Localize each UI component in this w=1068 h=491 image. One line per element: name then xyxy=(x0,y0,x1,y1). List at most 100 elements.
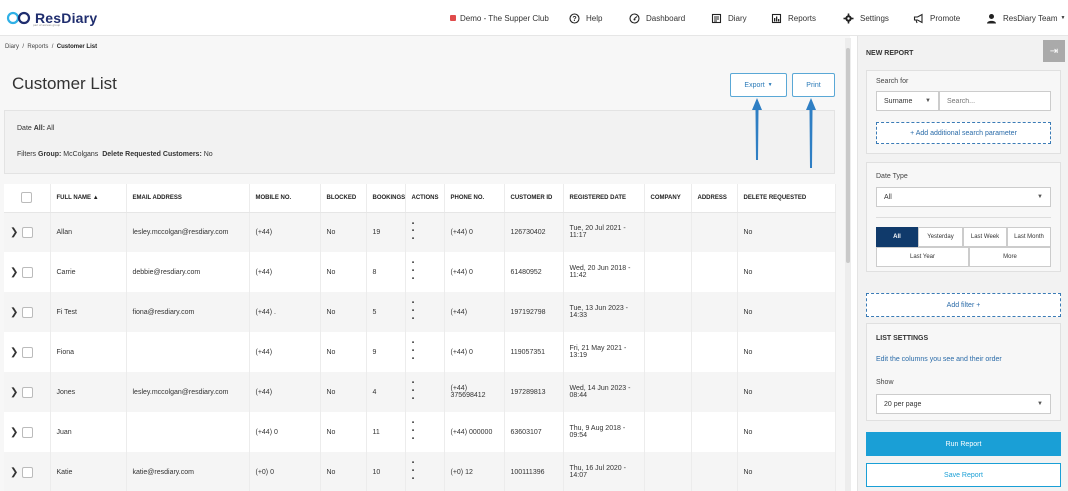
nav-reports[interactable]: Reports xyxy=(771,0,816,36)
search-for-label: Search for xyxy=(876,78,909,85)
page-size-select[interactable]: 20 per page ▼ xyxy=(876,394,1051,414)
more-vertical-icon[interactable]: · · · xyxy=(412,458,416,484)
cell-mobile: (+44) xyxy=(249,332,321,372)
venue-status-icon xyxy=(450,15,456,21)
table-row[interactable]: ❯ Jones lesley.mccolgan@resdiary.com (+44) N… xyxy=(4,372,836,412)
row-checkbox[interactable] xyxy=(22,466,34,478)
row-checkbox[interactable] xyxy=(22,266,34,278)
row-select-cell: ❯ xyxy=(4,252,51,292)
svg-text:?: ? xyxy=(572,16,576,23)
period-last-year-button[interactable]: Last Year xyxy=(876,247,969,267)
period-last-week-button[interactable]: Last Week xyxy=(963,227,1007,247)
nav-diary[interactable]: Diary xyxy=(711,0,747,36)
export-button[interactable]: Export ▼ xyxy=(730,73,787,97)
cell-bookings: 4 xyxy=(366,372,406,412)
row-checkbox[interactable] xyxy=(22,346,34,358)
more-vertical-icon[interactable]: · · · xyxy=(412,218,416,244)
table-row[interactable]: ❯ Katie katie@resdiary.com (+0) 0 No 10 · · · (+0… xyxy=(4,452,836,491)
caret-down-icon: ▼ xyxy=(925,98,931,104)
nav-settings[interactable]: Settings xyxy=(843,0,889,36)
column-header[interactable]: FULL NAME ▲ xyxy=(50,184,127,213)
chevron-right-icon[interactable]: ❯ xyxy=(10,387,18,398)
new-report-sidebar: ⇥ NEW REPORT Search for Surname ▼ + Add … xyxy=(857,36,1068,491)
search-input[interactable] xyxy=(939,91,1051,111)
main-scrollbar-thumb[interactable] xyxy=(846,48,850,263)
period-last-month-button[interactable]: Last Month xyxy=(1007,227,1051,247)
collapse-sidebar-button[interactable]: ⇥ xyxy=(1043,40,1065,62)
more-vertical-icon[interactable]: · · · xyxy=(412,298,416,324)
export-label: Export xyxy=(744,81,765,89)
chevron-right-icon[interactable]: ❯ xyxy=(10,227,18,238)
chevron-right-icon[interactable]: ❯ xyxy=(10,427,18,438)
add-filter-button[interactable]: Add filter + xyxy=(866,293,1061,317)
chevron-right-icon[interactable]: ❯ xyxy=(10,467,18,478)
print-button[interactable]: Print xyxy=(792,73,835,97)
date-filter-value: All xyxy=(46,125,55,132)
nav-help[interactable]: ? Help xyxy=(569,0,602,36)
date-type-select[interactable]: All ▼ xyxy=(876,187,1051,207)
nav-dashboard[interactable]: Dashboard xyxy=(629,0,685,36)
period-yesterday-button[interactable]: Yesterday xyxy=(918,227,963,247)
cell-email xyxy=(126,412,250,452)
breadcrumb-separator: / xyxy=(22,44,25,50)
cell-blocked: No xyxy=(320,412,367,452)
cell-name: Carrie xyxy=(50,252,127,292)
chevron-right-icon[interactable]: ❯ xyxy=(10,267,18,278)
period-all-button[interactable]: All xyxy=(876,227,918,247)
column-header[interactable]: ADDRESS xyxy=(691,184,738,213)
chevron-right-icon[interactable]: ❯ xyxy=(10,307,18,318)
table-row[interactable]: ❯ Juan (+44) 0 No 11 · · · (+44) 000000 63603107 T… xyxy=(4,412,836,452)
column-header[interactable]: PHONE NO. xyxy=(444,184,505,213)
row-checkbox[interactable] xyxy=(22,426,34,438)
chevron-right-icon[interactable]: ❯ xyxy=(10,347,18,358)
cell-company xyxy=(644,372,692,412)
run-report-button[interactable]: Run Report xyxy=(866,432,1061,456)
search-type-select[interactable]: Surname ▼ xyxy=(876,91,939,111)
column-header[interactable]: REGISTERED DATE xyxy=(563,184,645,213)
save-report-button[interactable]: Save Report xyxy=(866,463,1061,487)
table-row[interactable]: ❯ Allan lesley.mccolgan@resdiary.com (+44) N… xyxy=(4,212,836,252)
more-vertical-icon[interactable]: · · · xyxy=(412,378,416,404)
column-header[interactable]: MOBILE NO. xyxy=(249,184,321,213)
edit-columns-link[interactable]: Edit the columns you see and their order xyxy=(876,356,1002,363)
column-header: ACTIONS xyxy=(405,184,445,213)
filters-summary: Filters Group: McColgans Delete Requeste… xyxy=(17,151,213,158)
page-size-value: 20 per page xyxy=(884,400,922,408)
breadcrumb-diary[interactable]: Diary xyxy=(5,44,19,50)
cell-name: Allan xyxy=(50,212,127,252)
cell-bookings: 9 xyxy=(366,332,406,372)
add-search-parameter-button[interactable]: + Add additional search parameter xyxy=(876,122,1051,144)
row-checkbox[interactable] xyxy=(22,226,34,238)
nav-reports-label: Reports xyxy=(788,13,817,23)
column-header[interactable]: DELETE REQUESTED xyxy=(737,184,836,213)
more-vertical-icon[interactable]: · · · xyxy=(412,338,416,364)
table-row[interactable]: ❯ Fiona (+44) No 9 · · · (+44) 0 119057351 Fri, 21… xyxy=(4,332,836,372)
more-vertical-icon[interactable]: · · · xyxy=(412,418,416,444)
cell-address xyxy=(691,252,738,292)
more-vertical-icon[interactable]: · · · xyxy=(412,258,416,284)
column-header[interactable]: CUSTOMER ID xyxy=(504,184,564,213)
cell-address xyxy=(691,292,738,332)
row-checkbox[interactable] xyxy=(22,386,34,398)
column-header[interactable]: BLOCKED xyxy=(320,184,367,213)
column-header[interactable]: BOOKINGS xyxy=(366,184,406,213)
cell-email: fiona@resdiary.com xyxy=(126,292,250,332)
table-row[interactable]: ❯ Carrie debbie@resdiary.com (+44) No 8 · · · (+4… xyxy=(4,252,836,292)
row-checkbox[interactable] xyxy=(22,306,34,318)
select-all-checkbox[interactable] xyxy=(21,192,33,204)
nav-promote-label: Promote xyxy=(930,13,961,23)
delete-filter-key: Delete Requested Customers: xyxy=(102,151,202,158)
cell-company xyxy=(644,292,692,332)
row-actions-cell: · · · xyxy=(405,252,445,292)
column-header[interactable]: EMAIL ADDRESS xyxy=(126,184,250,213)
column-header[interactable]: COMPANY xyxy=(644,184,692,213)
cell-bookings: 10 xyxy=(366,452,406,491)
nav-promote[interactable]: Promote xyxy=(913,0,960,36)
table-row[interactable]: ❯ Fi Test fiona@resdiary.com (+44) . No 5 · · ·(… xyxy=(4,292,836,332)
cell-registered: Thu, 16 Jul 2020 - 14:07 xyxy=(563,452,645,491)
period-more-button[interactable]: More xyxy=(969,247,1051,267)
date-filter-key: All: xyxy=(33,125,46,132)
venue-selector[interactable]: Demo - The Supper Club xyxy=(450,0,549,36)
breadcrumb-reports[interactable]: Reports xyxy=(27,44,48,50)
nav-user-menu[interactable]: ResDiary Team ▼ xyxy=(986,0,1066,36)
